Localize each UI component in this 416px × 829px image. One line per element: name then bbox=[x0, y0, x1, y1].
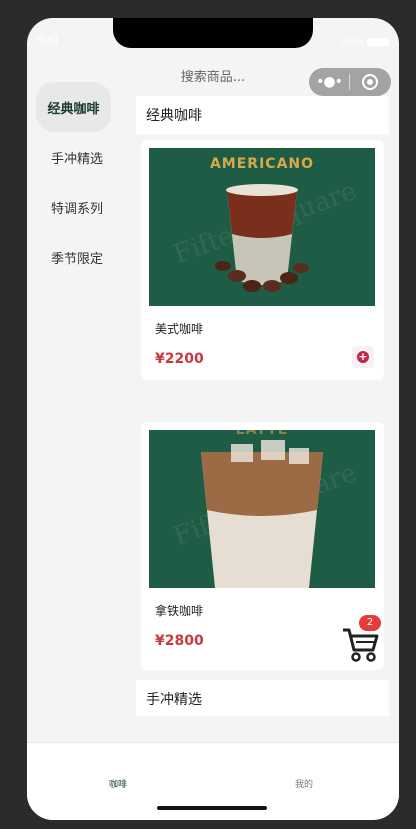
sidebar-item-seasonal[interactable]: 季节限定 bbox=[27, 232, 127, 282]
product-image: LATTE Fifteen square bbox=[149, 430, 375, 588]
sidebar-item-label: 经典咖啡 bbox=[47, 101, 100, 117]
sidebar-item-label: 特调系列 bbox=[50, 201, 103, 217]
product-image: AMERICANO Fifteen square bbox=[149, 148, 375, 306]
more-icon[interactable]: •●• bbox=[309, 74, 349, 90]
notch bbox=[113, 18, 313, 48]
section-title: 经典咖啡 bbox=[136, 96, 389, 134]
home-indicator bbox=[157, 806, 267, 810]
mini-program-capsule[interactable]: •●• bbox=[309, 68, 391, 96]
sidebar-item-label: 手冲精选 bbox=[50, 151, 103, 167]
americano-cup-icon bbox=[215, 184, 309, 292]
tab-coffee[interactable]: 咖啡 bbox=[109, 777, 127, 790]
status-signal: 100% bbox=[340, 37, 363, 46]
sidebar-item-special[interactable]: 特调系列 bbox=[27, 182, 127, 232]
product-name: 美式咖啡 bbox=[155, 322, 204, 336]
product-card[interactable]: AMERICANO Fifteen square 美式咖啡 ¥2200 + bbox=[141, 140, 384, 380]
sidebar-item-classic[interactable]: 经典咖啡 bbox=[36, 82, 111, 132]
status-time: 9:41 bbox=[37, 35, 60, 46]
cart-count-badge: 2 bbox=[359, 615, 381, 631]
phone-screen: 9:41 100% 搜索商品... •●• 经典咖啡 手冲精选 特调系列 季节限… bbox=[27, 18, 399, 820]
product-name: 拿铁咖啡 bbox=[155, 604, 204, 618]
section-title: 手冲精选 bbox=[136, 680, 389, 716]
sidebar-item-label: 季节限定 bbox=[50, 251, 103, 267]
product-price: ¥2200 bbox=[155, 351, 204, 367]
battery-icon bbox=[367, 38, 389, 46]
sidebar-item-pourover[interactable]: 手冲精选 bbox=[27, 132, 127, 182]
product-list[interactable]: 经典咖啡 AMERICANO Fifteen square 美式咖啡 ¥2200… bbox=[136, 96, 389, 716]
close-miniprogram-icon[interactable] bbox=[350, 74, 390, 90]
plus-icon: + bbox=[357, 350, 369, 363]
latte-cup-icon bbox=[201, 440, 323, 588]
add-to-cart-button[interactable]: + bbox=[352, 346, 374, 368]
tab-profile[interactable]: 我的 bbox=[295, 777, 313, 790]
category-sidebar: 经典咖啡 手冲精选 特调系列 季节限定 bbox=[27, 82, 127, 282]
